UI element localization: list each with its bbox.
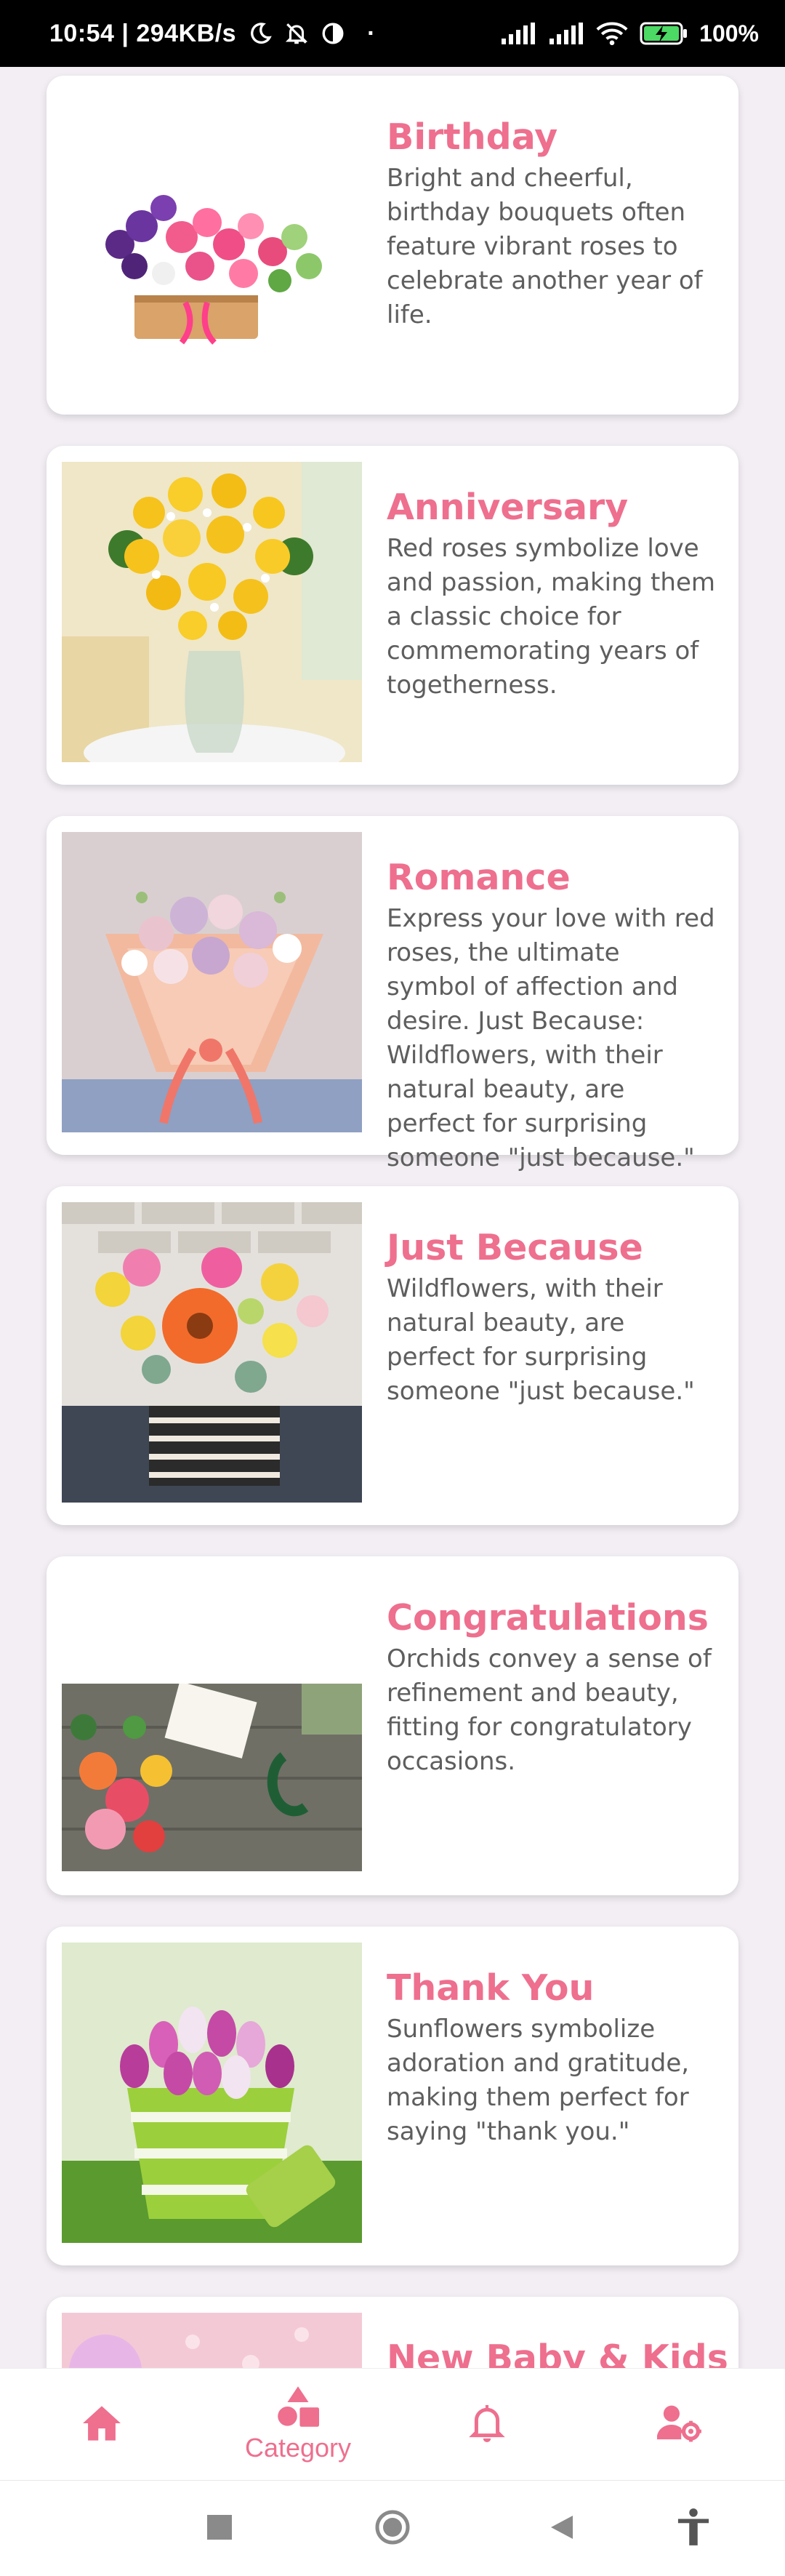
category-title: Birthday xyxy=(387,116,558,158)
home-system-button[interactable] xyxy=(371,2507,414,2551)
category-description: Express your love with red roses, the ul… xyxy=(387,904,715,1172)
signal-icon xyxy=(500,23,536,44)
recents-button[interactable] xyxy=(198,2507,241,2551)
wifi-icon xyxy=(596,21,628,46)
bell-icon xyxy=(469,2403,505,2447)
category-description: Sunflowers symbolize adoration and grati… xyxy=(387,2015,690,2146)
anniversary-bouquet-image xyxy=(62,462,362,762)
circle-icon xyxy=(374,2509,411,2548)
birthday-bouquet-image xyxy=(62,157,362,351)
bell-off-icon xyxy=(284,21,309,46)
category-card-just-because[interactable]: Just Because Wildflowers, with their nat… xyxy=(47,1186,738,1525)
square-icon xyxy=(207,2515,232,2543)
category-description: Red roses symbolize love and passion, ma… xyxy=(387,534,715,700)
accessibility-icon xyxy=(677,2507,710,2551)
new-baby-bouquet-image xyxy=(62,2313,362,2368)
category-card-thank-you[interactable]: Thank You Sunflowers symbolize adoration… xyxy=(47,1927,738,2265)
nav-profile-settings[interactable] xyxy=(651,2369,709,2481)
category-list[interactable]: Birthday Bright and cheerful, birthday b… xyxy=(0,67,785,2368)
category-title: Congratulations xyxy=(387,1597,709,1639)
status-time-speed: 10:54 | 294KB/s xyxy=(49,19,237,47)
category-description: Wildflowers, with their natural beauty, … xyxy=(387,1274,695,1406)
category-card-romance[interactable]: Romance Express your love with red roses… xyxy=(47,816,738,1172)
category-card-anniversary[interactable]: Anniversary Red roses symbolize love and… xyxy=(47,446,738,785)
category-icon xyxy=(277,2386,319,2430)
bottom-navigation: Category xyxy=(0,2368,785,2481)
congratulations-bouquet-image xyxy=(62,1684,362,1871)
category-card-congratulations[interactable]: Congratulations Orchids convey a sense o… xyxy=(47,1556,738,1895)
nav-category-label: Category xyxy=(244,2433,352,2463)
signal-icon xyxy=(548,23,584,44)
category-title: New Baby & Kids xyxy=(387,2337,728,2368)
battery-charging-icon xyxy=(640,21,688,46)
status-dot: · xyxy=(367,19,376,47)
nav-category[interactable]: Category xyxy=(233,2369,363,2481)
category-title: Anniversary xyxy=(387,487,629,528)
back-triangle-icon xyxy=(548,2514,574,2543)
battery-percent: 100% xyxy=(699,20,759,47)
home-icon xyxy=(81,2404,123,2445)
category-card-birthday[interactable]: Birthday Bright and cheerful, birthday b… xyxy=(47,76,738,415)
thank-you-bouquet-image xyxy=(62,1943,362,2243)
category-description: Bright and cheerful, birthday bouquets o… xyxy=(387,164,703,329)
status-bar: 10:54 | 294KB/s · 100% xyxy=(0,0,785,67)
moon-icon xyxy=(248,21,273,46)
category-description: Orchids convey a sense of refinement and… xyxy=(387,1644,712,1776)
user-settings-icon xyxy=(656,2404,702,2446)
category-title: Thank You xyxy=(387,1967,595,2009)
back-button[interactable] xyxy=(539,2507,583,2551)
category-card-new-baby-kids[interactable]: New Baby & Kids xyxy=(47,2297,738,2368)
category-title: Romance xyxy=(387,857,571,898)
romance-bouquet-image xyxy=(62,832,362,1132)
nav-notifications[interactable] xyxy=(458,2369,516,2481)
accessibility-button[interactable] xyxy=(672,2507,715,2551)
contrast-icon xyxy=(321,21,345,46)
nav-home[interactable] xyxy=(73,2369,131,2481)
just-because-bouquet-image xyxy=(62,1202,362,1503)
system-navigation-bar xyxy=(0,2480,785,2576)
category-title: Just Because xyxy=(387,1227,643,1268)
